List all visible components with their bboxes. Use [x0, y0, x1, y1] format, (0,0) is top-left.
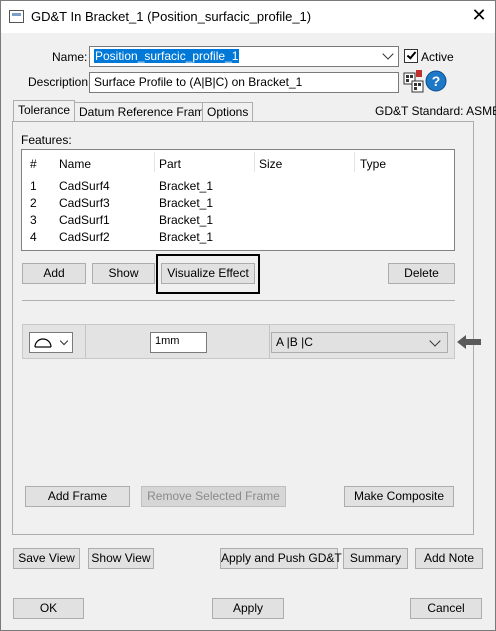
add-note-button[interactable]: Add Note — [415, 548, 483, 569]
row-name: CadSurf3 — [59, 196, 110, 210]
visualize-effect-button[interactable]: Visualize Effect — [161, 263, 255, 284]
column-divider[interactable] — [354, 152, 355, 172]
checkbox-icon — [406, 49, 417, 60]
row-number: 1 — [30, 179, 37, 193]
name-value: Position_surfacic_profile_1 — [94, 49, 240, 63]
column-header-size[interactable]: Size — [259, 157, 282, 171]
row-part: Bracket_1 — [159, 230, 214, 244]
divider — [22, 300, 455, 301]
window-icon — [9, 10, 24, 23]
column-divider[interactable] — [154, 152, 155, 172]
chevron-down-icon[interactable] — [429, 335, 441, 347]
active-label: Active — [421, 50, 454, 64]
close-icon[interactable]: ✕ — [469, 5, 489, 26]
column-header-type[interactable]: Type — [360, 157, 386, 171]
features-label: Features: — [21, 133, 72, 147]
gdt-dialog: GD&T In Bracket_1 (Position_surfacic_pro… — [0, 0, 496, 631]
symbol-select[interactable] — [29, 332, 73, 353]
chevron-down-icon[interactable] — [59, 336, 69, 346]
tab-options[interactable]: Options — [202, 102, 254, 122]
save-view-button[interactable]: Save View — [13, 548, 80, 569]
column-header-part[interactable]: Part — [159, 157, 181, 171]
row-part: Bracket_1 — [159, 213, 214, 227]
show-feature-button[interactable]: Show — [92, 263, 155, 284]
name-combobox[interactable]: Position_surfacic_profile_1 — [89, 46, 399, 67]
apply-and-push-gdt-button[interactable]: Apply and Push GD&T — [220, 548, 342, 569]
tab-datum-reference-frame[interactable]: Datum Reference Frame — [74, 102, 217, 122]
title-bar: GD&T In Bracket_1 (Position_surfacic_pro… — [1, 1, 495, 33]
arrow-left-icon[interactable] — [457, 335, 481, 349]
row-number: 2 — [30, 196, 37, 210]
row-number: 3 — [30, 213, 37, 227]
row-part: Bracket_1 — [159, 179, 214, 193]
row-number: 4 — [30, 230, 37, 244]
add-feature-button[interactable]: Add — [22, 263, 86, 284]
gdt-standard-label: GD&T Standard: ASME — [375, 104, 496, 118]
column-divider[interactable] — [254, 152, 255, 172]
datum-tool-icon[interactable] — [403, 69, 425, 93]
datum-value: A |B |C — [276, 335, 313, 349]
name-label: Name: — [52, 50, 88, 64]
cell-divider — [269, 325, 270, 358]
chevron-down-icon[interactable] — [382, 48, 394, 60]
summary-button[interactable]: Summary — [343, 548, 408, 569]
apply-button[interactable]: Apply — [212, 598, 284, 619]
show-view-button[interactable]: Show View — [88, 548, 154, 569]
datum-select[interactable]: A |B |C — [271, 332, 448, 353]
tab-tolerance[interactable]: Tolerance — [13, 100, 76, 122]
cell-divider — [85, 325, 86, 358]
column-header-name[interactable]: Name — [59, 157, 91, 171]
help-icon[interactable]: ? — [425, 70, 447, 92]
active-checkbox[interactable] — [404, 49, 418, 63]
row-name: CadSurf2 — [59, 230, 110, 244]
description-input[interactable]: Surface Profile to (A|B|C) on Bracket_1 — [89, 72, 399, 93]
remove-selected-frame-button[interactable]: Remove Selected Frame — [141, 486, 286, 507]
svg-text:?: ? — [432, 73, 441, 89]
features-table[interactable]: # Name Part Size Type 1 CadSurf4 Bracket… — [21, 149, 455, 251]
window-title: GD&T In Bracket_1 (Position_surfacic_pro… — [31, 9, 312, 24]
cancel-button[interactable]: Cancel — [410, 598, 482, 619]
column-header-number[interactable]: # — [30, 157, 37, 171]
add-frame-button[interactable]: Add Frame — [25, 486, 130, 507]
tolerance-value-input[interactable]: 1mm — [150, 332, 207, 353]
delete-feature-button[interactable]: Delete — [388, 263, 455, 284]
row-part: Bracket_1 — [159, 196, 214, 210]
row-name: CadSurf4 — [59, 179, 110, 193]
ok-button[interactable]: OK — [13, 598, 84, 619]
make-composite-button[interactable]: Make Composite — [344, 486, 454, 507]
row-name: CadSurf1 — [59, 213, 110, 227]
surface-profile-icon — [34, 338, 52, 348]
description-label: Description: — [28, 75, 92, 89]
feature-control-frame[interactable]: 1mm A |B |C — [22, 324, 455, 359]
